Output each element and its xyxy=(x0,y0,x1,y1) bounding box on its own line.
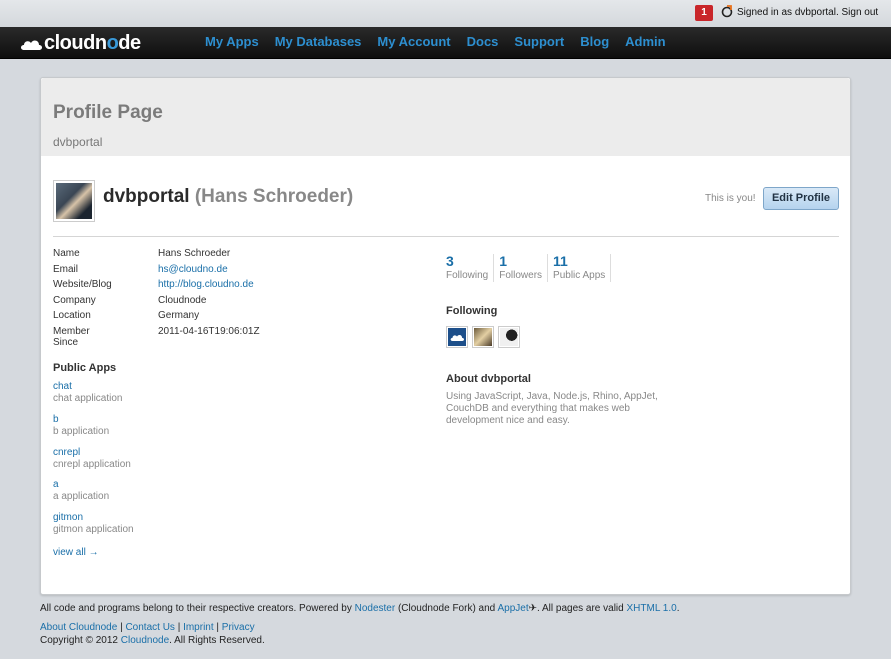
xhtml-link[interactable]: XHTML 1.0 xyxy=(627,603,677,614)
card-header: Profile Page dvbportal xyxy=(41,78,850,156)
logo-text: cloudnode xyxy=(44,32,141,54)
nav-item-my-account[interactable]: My Account xyxy=(377,34,450,49)
footer-cloudnode-link[interactable]: Cloudnode xyxy=(121,635,169,646)
nav-menu: My Apps My Databases My Account Docs Sup… xyxy=(197,34,674,49)
footer-about-link[interactable]: About Cloudnode xyxy=(40,622,117,633)
page-subtitle: dvbportal xyxy=(53,135,103,149)
cloudnode-logo[interactable]: cloudnode xyxy=(20,31,160,55)
app-description: gitmon application xyxy=(53,524,134,536)
app-link[interactable]: gitmon xyxy=(53,512,134,523)
about-title: About dvbportal xyxy=(446,373,531,385)
public-apps-title: Public Apps xyxy=(53,362,117,374)
top-status-bar: 1 Signed in as dvbportal. Sign out xyxy=(0,0,891,27)
list-item: a a application xyxy=(53,479,134,512)
view-all-link[interactable]: view all → xyxy=(53,547,99,558)
footer-links: About Cloudnode | Contact Us | Imprint |… xyxy=(40,622,255,633)
page-title: Profile Page xyxy=(53,102,163,123)
nav-item-support[interactable]: Support xyxy=(514,34,564,49)
cloud-icon xyxy=(450,334,464,341)
app-description: chat application xyxy=(53,393,123,404)
signed-in-text: Signed in as dvbportal. xyxy=(737,7,839,18)
profile-card: Profile Page dvbportal dvbportal (Hans S… xyxy=(40,77,851,595)
appjet-link[interactable]: AppJet xyxy=(497,603,528,614)
stat-followers[interactable]: 1 Followers xyxy=(499,254,549,282)
following-avatar[interactable] xyxy=(446,326,468,348)
profile-name: dvbportal (Hans Schroeder) xyxy=(103,186,353,208)
following-avatar[interactable] xyxy=(472,326,494,348)
main-nav: cloudnode My Apps My Databases My Accoun… xyxy=(0,27,891,59)
list-item: chat chat application xyxy=(53,381,134,414)
this-is-you-label: This is you! xyxy=(705,193,756,204)
notification-badge[interactable]: 1 xyxy=(695,5,713,21)
nav-item-my-databases[interactable]: My Databases xyxy=(275,34,362,49)
stat-following[interactable]: 3 Following xyxy=(446,254,495,282)
avatar xyxy=(53,180,95,222)
following-avatars xyxy=(446,326,524,348)
footer-copyright: Copyright © 2012 Cloudnode. All Rights R… xyxy=(40,635,265,646)
following-title: Following xyxy=(446,305,498,317)
website-link[interactable]: http://blog.cloudno.de xyxy=(158,279,254,290)
app-link[interactable]: chat xyxy=(53,381,134,392)
nav-item-docs[interactable]: Docs xyxy=(467,34,499,49)
app-description: cnrepl application xyxy=(53,458,131,470)
following-avatar[interactable] xyxy=(498,326,520,348)
footer-credits: All code and programs belong to their re… xyxy=(40,603,680,614)
real-name: (Hans Schroeder) xyxy=(194,186,354,207)
app-description: a application xyxy=(53,491,110,503)
sign-out-link[interactable]: Sign out xyxy=(842,7,879,18)
profile-stats: 3 Following 1 Followers 11 Public Apps xyxy=(446,254,616,282)
nav-item-my-apps[interactable]: My Apps xyxy=(205,34,259,49)
cloud-icon xyxy=(21,40,42,50)
public-apps-list: chat chat application b b application cn… xyxy=(53,381,134,545)
about-text: Using JavaScript, Java, Node.js, Rhino, … xyxy=(446,391,658,426)
username: dvbportal xyxy=(103,186,190,207)
app-link[interactable]: a xyxy=(53,479,134,490)
edit-profile-button[interactable]: Edit Profile xyxy=(763,187,839,210)
list-item: b b application xyxy=(53,414,134,447)
stat-public-apps[interactable]: 11 Public Apps xyxy=(553,254,612,282)
signin-status: Signed in as dvbportal. Sign out xyxy=(737,7,878,18)
list-item: gitmon gitmon application xyxy=(53,512,134,545)
app-link[interactable]: b xyxy=(53,414,134,425)
divider xyxy=(53,236,839,237)
signin-icon xyxy=(721,5,733,18)
nav-item-blog[interactable]: Blog xyxy=(580,34,609,49)
footer-privacy-link[interactable]: Privacy xyxy=(222,622,255,633)
list-item: cnrepl cnrepl application xyxy=(53,447,134,480)
nodester-link[interactable]: Nodester xyxy=(355,603,396,614)
email-link[interactable]: hs@cloudno.de xyxy=(158,264,228,275)
nav-item-admin[interactable]: Admin xyxy=(625,34,665,49)
footer-imprint-link[interactable]: Imprint xyxy=(183,622,214,633)
footer-contact-link[interactable]: Contact Us xyxy=(125,622,174,633)
app-link[interactable]: cnrepl xyxy=(53,447,134,458)
app-description: b application xyxy=(53,425,110,437)
